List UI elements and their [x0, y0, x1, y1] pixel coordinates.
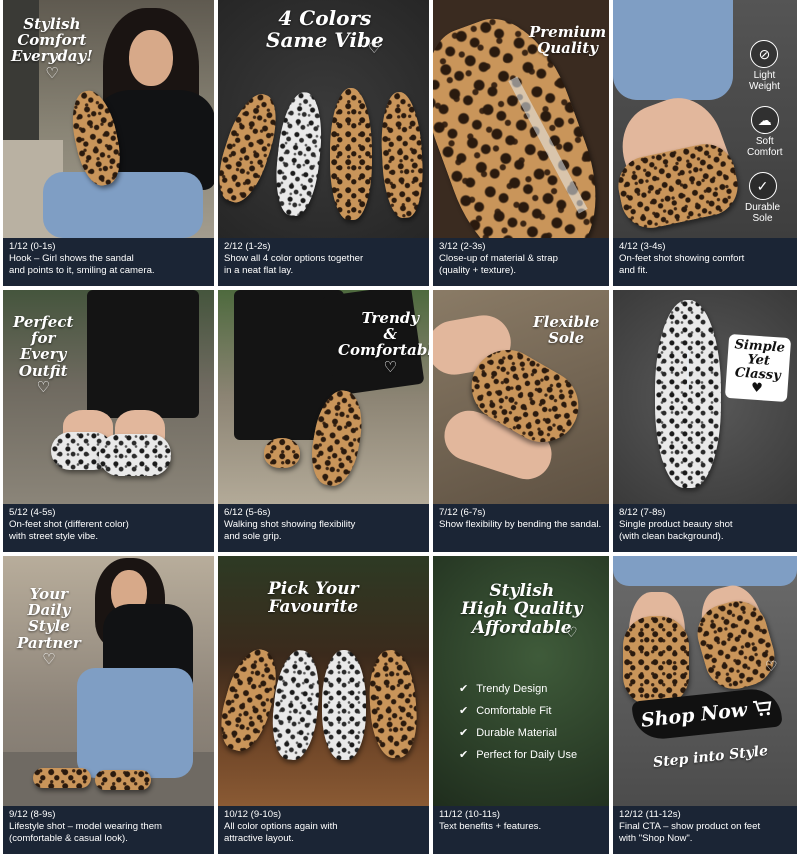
overlay-text: 4 Colors Same Vibe: [266, 6, 384, 52]
storyboard-grid: Stylish Comfort Everyday! ♡ 1/12 (0-1s) …: [3, 0, 799, 856]
sandal-leopard: [218, 87, 287, 209]
overlay-text: Your Daily Style Partner ♡: [17, 585, 81, 668]
panel-6-photo: Trendy & Comfortable ♡: [218, 290, 429, 504]
shopping-cart-icon: [753, 700, 772, 716]
panel-caption: 12/12 (11-12s) Final CTA – show product …: [613, 806, 797, 854]
sandal-snow-leopard: [271, 90, 327, 218]
panel-3: Premium Quality 3/12 (2-3s) Close-up of …: [433, 0, 609, 286]
benefit-item: ✔ Comfortable Fit: [459, 704, 552, 718]
panel-caption: 8/12 (7-8s) Single product beauty shot (…: [613, 504, 797, 552]
panel-6: Trendy & Comfortable ♡ 6/12 (5-6s) Walki…: [218, 290, 429, 552]
heart-icon: ♡: [383, 357, 397, 376]
tagline: Step into Style: [652, 743, 769, 771]
overlay-text: Flexible Sole: [533, 313, 600, 348]
overlay-text: Perfect for Every Outfit ♡: [13, 313, 74, 396]
sandal-leopard: [264, 438, 300, 468]
benefit-item: ✔ Trendy Design: [459, 682, 548, 696]
sandal-leopard: [330, 88, 372, 220]
overlay-text: Trendy & Comfortable ♡: [338, 310, 429, 375]
panel-7: Flexible Sole 7/12 (6-7s) Show flexibili…: [433, 290, 609, 552]
panel-caption: 4/12 (3-4s) On-feet shot showing comfort…: [613, 238, 797, 286]
sandal-leopard: [95, 770, 151, 790]
sandal-snow-leopard: [268, 648, 324, 762]
panel-5: Perfect for Every Outfit ♡ 5/12 (4-5s) O…: [3, 290, 214, 552]
panel-11-photo: Stylish High Quality Affordable ♡ ✔ Trend…: [433, 556, 609, 806]
sandal-snow-leopard: [99, 434, 171, 476]
panel-caption: 6/12 (5-6s) Walking shot showing flexibi…: [218, 504, 429, 552]
sandal-snow-leopard: [322, 650, 366, 760]
sandal-leopard: [623, 616, 689, 706]
check-icon: ✔: [459, 705, 469, 717]
panel-1-photo: Stylish Comfort Everyday! ♡: [3, 0, 214, 238]
panel-11: Stylish High Quality Affordable ♡ ✔ Trend…: [433, 556, 609, 854]
leaf-icon: ⊘: [750, 40, 779, 68]
panel-3-photo: Premium Quality: [433, 0, 609, 238]
panel-4-photo: ⊘ Light Weight ☁ Soft Comfort ✓ Durable Sol…: [613, 0, 797, 238]
cloud-icon: ☁: [750, 106, 779, 134]
feature-light-weight: ⊘ Light Weight: [749, 40, 780, 92]
panel-caption: 11/12 (10-11s) Text benefits + features.: [433, 806, 609, 854]
panel-9-photo: Your Daily Style Partner ♡: [3, 556, 214, 806]
panel-10-photo: Pick Your Favourite: [218, 556, 429, 806]
panel-caption: 5/12 (4-5s) On-feet shot (different colo…: [3, 504, 214, 552]
panel-5-photo: Perfect for Every Outfit ♡: [3, 290, 214, 504]
panel-caption: 1/12 (0-1s) Hook – Girl shows the sandal…: [3, 238, 214, 286]
heart-icon: ♡: [765, 659, 778, 675]
sandal-leopard: [33, 768, 91, 788]
feature-soft-comfort: ☁ Soft Comfort: [747, 106, 783, 158]
overlay-text: Premium Quality: [529, 23, 607, 58]
panel-8: Simple Yet Classy ♥ 8/12 (7-8s) Single p…: [613, 290, 797, 552]
feature-durable-sole: ✓ Durable Sole: [745, 172, 780, 224]
panel-10: Pick Your Favourite 10/12 (9-10s) All co…: [218, 556, 429, 854]
panel-caption: 2/12 (1-2s) Show all 4 color options tog…: [218, 238, 429, 286]
shield-check-icon: ✓: [748, 172, 777, 200]
heart-icon: ♡: [42, 649, 56, 668]
heart-icon: ♡: [45, 63, 59, 82]
overlay-text: Stylish Comfort Everyday! ♡: [11, 15, 93, 82]
panel-8-photo: Simple Yet Classy ♥: [613, 290, 797, 504]
benefit-list: ✔ Trendy Design ✔ Comfortable Fit ✔ Durable…: [459, 682, 577, 770]
panel-caption: 10/12 (9-10s) All color options again wi…: [218, 806, 429, 854]
panel-12-photo: ♡ Shop Now Step into Style: [613, 556, 797, 806]
panel-1: Stylish Comfort Everyday! ♡ 1/12 (0-1s) …: [3, 0, 214, 286]
sandal-leopard: [366, 648, 420, 760]
heart-icon: ♡: [36, 377, 50, 396]
sandal-snow-leopard: [655, 300, 721, 488]
overlay-text: Simple Yet Classy ♥: [724, 333, 792, 403]
overlay-text: Pick Your Favourite: [268, 579, 359, 618]
panel-caption: 3/12 (2-3s) Close-up of material & strap…: [433, 238, 609, 286]
check-icon: ✔: [459, 727, 469, 739]
panel-caption: 7/12 (6-7s) Show flexibility by bending …: [433, 504, 609, 552]
panel-2-photo: 4 Colors Same Vibe ♡: [218, 0, 429, 238]
panel-2: 4 Colors Same Vibe ♡ 2/12 (1-2s) Show al…: [218, 0, 429, 286]
panel-12: ♡ Shop Now Step into Style 12/12 (11-12s…: [613, 556, 797, 854]
panel-4: ⊘ Light Weight ☁ Soft Comfort ✓ Durable Sol…: [613, 0, 797, 286]
heart-icon: ♡: [565, 625, 578, 641]
benefit-item: ✔ Durable Material: [459, 726, 557, 740]
heart-icon: ♡: [368, 41, 381, 57]
benefit-item: ✔ Perfect for Daily Use: [459, 748, 578, 762]
check-icon: ✔: [459, 749, 469, 761]
panel-9: Your Daily Style Partner ♡ 9/12 (8-9s) L…: [3, 556, 214, 854]
check-icon: ✔: [459, 683, 469, 695]
panel-7-photo: Flexible Sole: [433, 290, 609, 504]
panel-caption: 9/12 (8-9s) Lifestyle shot – model weari…: [3, 806, 214, 854]
sandal-leopard: [378, 91, 426, 219]
